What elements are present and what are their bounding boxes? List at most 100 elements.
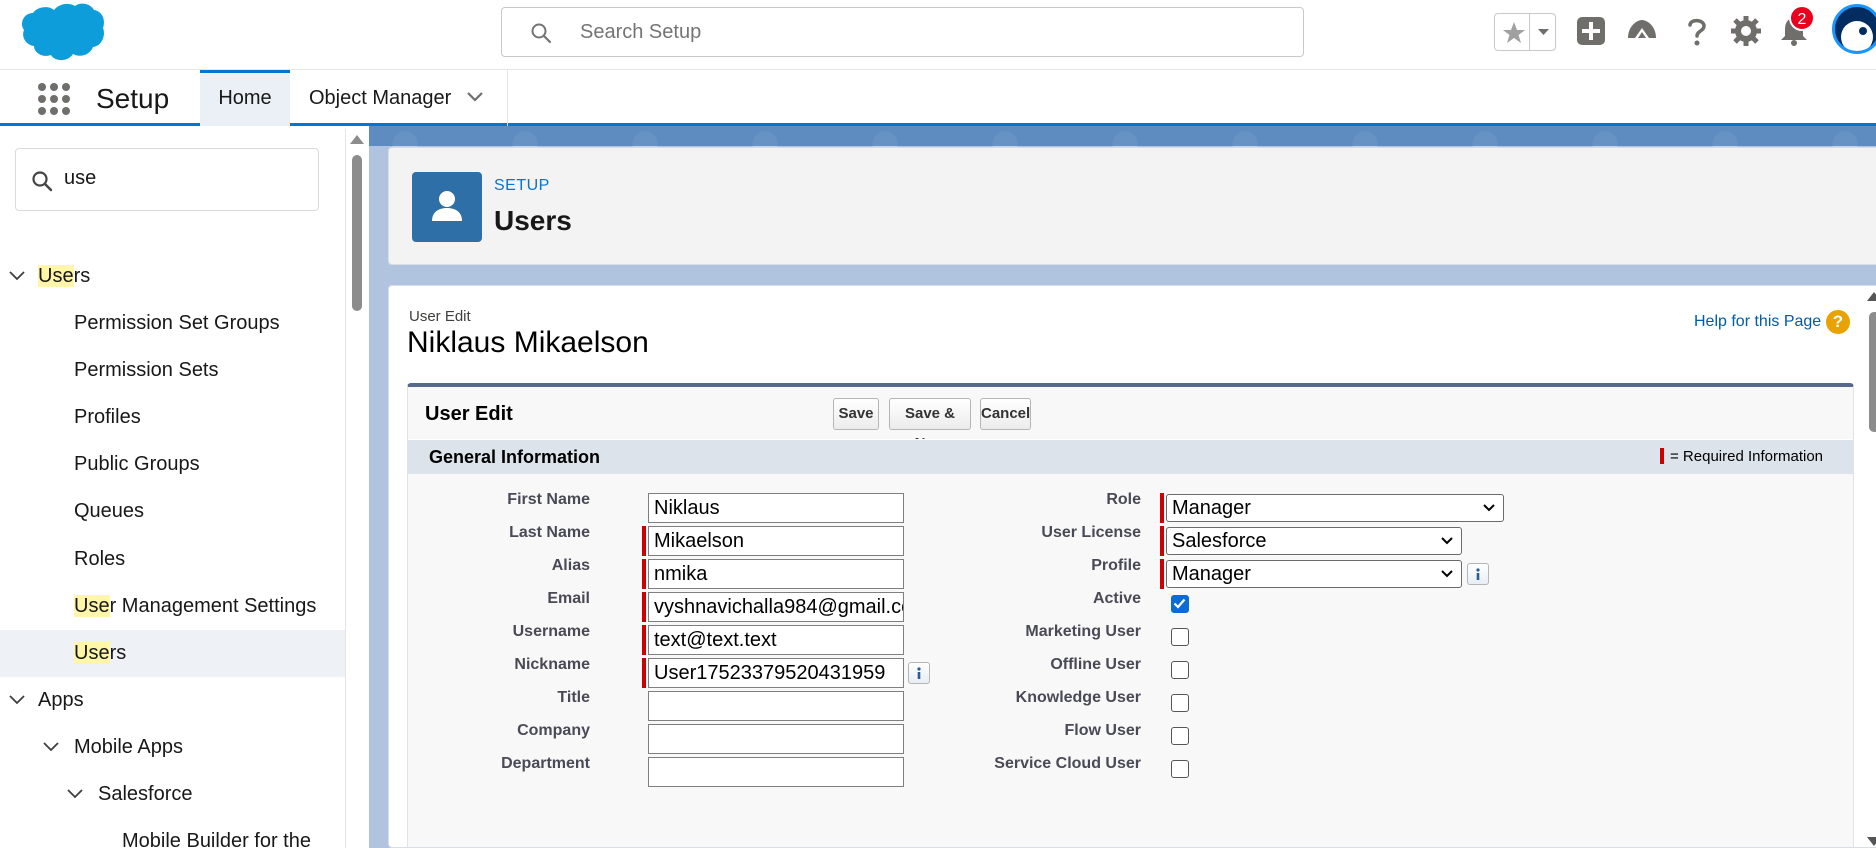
search-input[interactable]: Search Setup bbox=[580, 21, 701, 44]
search-icon bbox=[32, 171, 53, 192]
marketing-user-label: Marketing User bbox=[1025, 623, 1141, 640]
required-indicator bbox=[642, 526, 646, 556]
sidebar-item-permission-set-groups[interactable]: Permission Set Groups bbox=[0, 300, 345, 347]
sidebar-item-label: Permission Set Groups bbox=[74, 312, 280, 334]
sidebar-item-salesforce[interactable]: Salesforce bbox=[0, 771, 345, 818]
role-label: Role bbox=[1106, 491, 1141, 508]
section-title: General Information bbox=[429, 447, 601, 467]
user-icon bbox=[412, 172, 482, 242]
first-name-input[interactable]: Niklaus bbox=[648, 493, 904, 523]
user-license-select[interactable]: Salesforce bbox=[1166, 527, 1462, 555]
required-indicator bbox=[642, 658, 646, 688]
app-launcher-icon[interactable] bbox=[37, 82, 71, 116]
last-name-label: Last Name bbox=[509, 524, 590, 541]
quick-find-input[interactable]: use bbox=[64, 167, 96, 190]
scroll-down-arrow-icon[interactable] bbox=[1867, 837, 1876, 846]
form-scrollbar[interactable] bbox=[1860, 286, 1876, 847]
sidebar-item-label: Users bbox=[74, 642, 127, 664]
search-icon bbox=[531, 23, 552, 44]
favorites-button[interactable] bbox=[1494, 13, 1556, 51]
sidebar-item-queues[interactable]: Queues bbox=[0, 488, 345, 535]
required-indicator bbox=[1160, 493, 1164, 523]
email-input[interactable]: vyshnavichalla984@gmail.com bbox=[648, 592, 904, 622]
sidebar-item-permission-sets[interactable]: Permission Sets bbox=[0, 347, 345, 394]
role-select[interactable]: Manager bbox=[1166, 494, 1504, 522]
avatar[interactable] bbox=[1832, 4, 1876, 54]
service-cloud-user-checkbox[interactable] bbox=[1171, 760, 1189, 778]
sidebar-item-label: Users bbox=[38, 265, 91, 287]
sidebar-item-users[interactable]: Users bbox=[0, 630, 345, 677]
save-and-new-button[interactable]: Save & New bbox=[889, 398, 971, 452]
chevron-down-icon bbox=[1483, 504, 1495, 512]
sidebar-item-profiles[interactable]: Profiles bbox=[0, 394, 345, 441]
tab-object-manager[interactable]: Object Manager bbox=[290, 70, 508, 126]
user-edit-card: User Edit Niklaus Mikaelson Help for thi… bbox=[388, 285, 1876, 848]
trailhead-icon[interactable] bbox=[1625, 14, 1659, 48]
email-label: Email bbox=[547, 590, 590, 607]
sidebar-item-label: Mobile Apps bbox=[74, 736, 183, 758]
sidebar-item-public-groups[interactable]: Public Groups bbox=[0, 441, 345, 488]
required-indicator bbox=[642, 559, 646, 589]
sidebar-item-apps[interactable]: Apps bbox=[0, 677, 345, 724]
info-icon bbox=[1476, 568, 1480, 580]
chevron-down-icon[interactable] bbox=[9, 269, 25, 283]
tab-object-manager-label: Object Manager bbox=[309, 87, 452, 109]
page-eyebrow: SETUP bbox=[494, 177, 550, 194]
user-license-label: User License bbox=[1041, 524, 1141, 541]
add-icon[interactable] bbox=[1575, 14, 1609, 48]
salesforce-logo[interactable] bbox=[18, 2, 106, 64]
department-label: Department bbox=[501, 755, 590, 772]
active-checkbox[interactable] bbox=[1171, 595, 1189, 613]
department-input[interactable] bbox=[648, 757, 904, 787]
scroll-up-arrow-icon[interactable] bbox=[1867, 292, 1876, 301]
sidebar-item-roles[interactable]: Roles bbox=[0, 536, 345, 583]
sidebar-item-mobile-apps[interactable]: Mobile Apps bbox=[0, 724, 345, 771]
global-search[interactable]: Search Setup bbox=[501, 7, 1304, 57]
required-legend: = Required Information bbox=[1660, 448, 1823, 465]
save-button[interactable]: Save bbox=[833, 398, 879, 430]
sidebar-item-label: Salesforce bbox=[98, 783, 193, 805]
sidebar-item-label: Queues bbox=[74, 500, 145, 522]
company-input[interactable] bbox=[648, 724, 904, 754]
alias-label: Alias bbox=[551, 557, 590, 574]
favorites-star-icon[interactable] bbox=[1501, 20, 1527, 46]
title-input[interactable] bbox=[648, 691, 904, 721]
help-icon[interactable]: ? bbox=[1826, 310, 1850, 334]
sidebar-scrollbar[interactable] bbox=[347, 129, 369, 848]
sidebar-item-label: User Management Settings bbox=[74, 595, 317, 617]
help-icon[interactable] bbox=[1680, 14, 1714, 48]
setup-gear-icon[interactable] bbox=[1729, 14, 1763, 48]
chevron-down-icon[interactable] bbox=[67, 787, 83, 801]
help-for-page-link[interactable]: Help for this Page bbox=[1694, 313, 1821, 331]
scroll-up-arrow-icon[interactable] bbox=[350, 135, 364, 144]
user-license-select-value: Salesforce bbox=[1172, 530, 1267, 552]
marketing-user-checkbox[interactable] bbox=[1171, 628, 1189, 646]
sidebar-item-users-group[interactable]: Users bbox=[0, 253, 345, 300]
scrollbar-thumb[interactable] bbox=[1869, 312, 1876, 432]
profile-info-button[interactable] bbox=[1467, 563, 1489, 585]
chevron-down-icon[interactable] bbox=[9, 693, 25, 707]
block-title: User Edit bbox=[425, 403, 513, 425]
required-indicator bbox=[1160, 559, 1164, 589]
chevron-down-icon[interactable] bbox=[43, 740, 59, 754]
global-header: Search Setup 2 bbox=[0, 0, 1876, 70]
knowledge-user-label: Knowledge User bbox=[1015, 689, 1141, 706]
cancel-button[interactable]: Cancel bbox=[980, 398, 1031, 430]
user-edit-block: User Edit Save Save & New Cancel General… bbox=[407, 383, 1854, 847]
alias-input[interactable]: nmika bbox=[648, 559, 904, 589]
chevron-down-icon[interactable] bbox=[466, 90, 484, 104]
username-input[interactable]: text@text.text bbox=[648, 625, 904, 655]
favorites-dropdown[interactable] bbox=[1529, 14, 1556, 50]
chevron-down-icon bbox=[1441, 570, 1453, 578]
knowledge-user-checkbox[interactable] bbox=[1171, 694, 1189, 712]
quick-find-box[interactable]: use bbox=[15, 148, 319, 211]
tab-home[interactable]: Home bbox=[200, 70, 290, 126]
scrollbar-thumb[interactable] bbox=[352, 155, 362, 311]
sidebar-item-mobile-builder[interactable]: Mobile Builder for the bbox=[0, 818, 345, 848]
last-name-input[interactable]: Mikaelson bbox=[648, 526, 904, 556]
flow-user-checkbox[interactable] bbox=[1171, 727, 1189, 745]
profile-select[interactable]: Manager bbox=[1166, 560, 1462, 588]
nickname-input[interactable]: User17523379520431959 bbox=[648, 658, 904, 688]
offline-user-checkbox[interactable] bbox=[1171, 661, 1189, 679]
sidebar-item-user-management-settings[interactable]: User Management Settings bbox=[0, 583, 345, 630]
